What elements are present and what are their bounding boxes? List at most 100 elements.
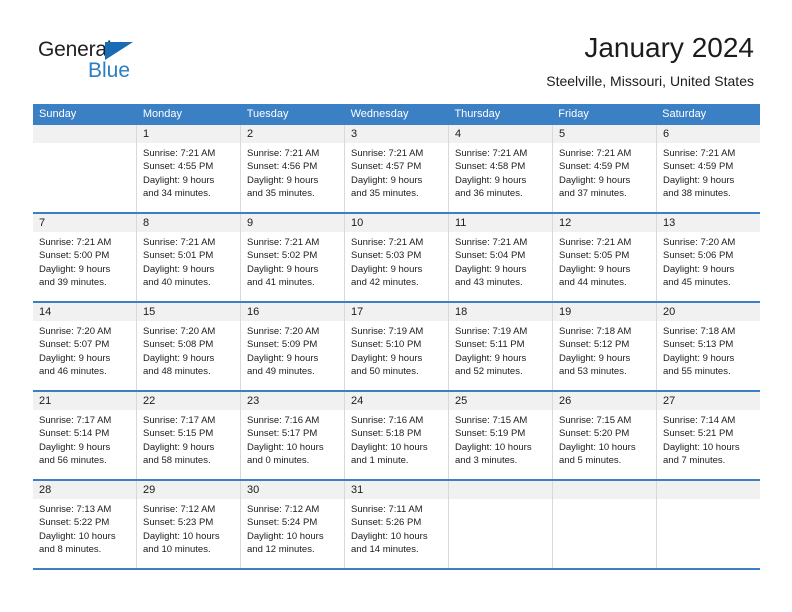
day-number: 22 [137,392,240,410]
calendar-day-cell[interactable]: 22 Sunrise: 7:17 AM Sunset: 5:15 PM Dayligh… [137,392,241,479]
day-sun-info: Sunrise: 7:21 AM Sunset: 5:04 PM Daylight:… [449,232,552,295]
calendar-day-cell[interactable]: 8 Sunrise: 7:21 AM Sunset: 5:01 PM Daylight… [137,214,241,301]
general-blue-logo[interactable]: General Blue [38,38,158,88]
calendar-day-cell[interactable]: 3 Sunrise: 7:21 AM Sunset: 4:57 PM Daylight… [345,125,449,212]
daylight-text-line2: and 0 minutes. [247,454,310,466]
daylight-text-line1: Daylight: 9 hours [663,263,735,275]
calendar-day-cell[interactable]: 19 Sunrise: 7:18 AM Sunset: 5:12 PM Dayligh… [553,303,657,390]
daylight-text-line2: and 58 minutes. [143,454,211,466]
daylight-text-line2: and 7 minutes. [663,454,726,466]
calendar-day-cell[interactable]: 29 Sunrise: 7:12 AM Sunset: 5:23 PM Dayligh… [137,481,241,568]
sunrise-text: Sunrise: 7:12 AM [247,504,320,515]
calendar-day-cell[interactable]: 25 Sunrise: 7:15 AM Sunset: 5:19 PM Dayligh… [449,392,553,479]
calendar-day-cell[interactable]: 13 Sunrise: 7:20 AM Sunset: 5:06 PM Dayligh… [657,214,760,301]
daylight-text-line1: Daylight: 9 hours [559,352,631,364]
daylight-text-line2: and 34 minutes. [143,187,211,199]
calendar-day-cell[interactable]: 31 Sunrise: 7:11 AM Sunset: 5:26 PM Dayligh… [345,481,449,568]
day-number: 30 [241,481,344,499]
calendar-day-cell[interactable]: 21 Sunrise: 7:17 AM Sunset: 5:14 PM Dayligh… [33,392,137,479]
daylight-text-line2: and 3 minutes. [455,454,518,466]
sunrise-text: Sunrise: 7:21 AM [455,237,528,248]
calendar-day-cell[interactable]: 7 Sunrise: 7:21 AM Sunset: 5:00 PM Daylight… [33,214,137,301]
calendar-day-cell[interactable]: 26 Sunrise: 7:15 AM Sunset: 5:20 PM Dayligh… [553,392,657,479]
calendar-day-cell[interactable]: 12 Sunrise: 7:21 AM Sunset: 5:05 PM Dayligh… [553,214,657,301]
day-sun-info: Sunrise: 7:21 AM Sunset: 5:03 PM Daylight:… [345,232,448,295]
weekday-header-row: Sunday Monday Tuesday Wednesday Thursday… [33,104,760,125]
day-number: 29 [137,481,240,499]
page-header: General Blue January 2024 Steelville, Mi… [0,0,792,100]
calendar-day-cell[interactable]: 4 Sunrise: 7:21 AM Sunset: 4:58 PM Daylight… [449,125,553,212]
sunrise-text: Sunrise: 7:21 AM [247,237,320,248]
calendar-page: General Blue January 2024 Steelville, Mi… [0,0,792,612]
calendar-week-row: 21 Sunrise: 7:17 AM Sunset: 5:14 PM Dayligh… [33,392,760,481]
daylight-text-line1: Daylight: 10 hours [39,530,116,542]
day-sun-info: Sunrise: 7:12 AM Sunset: 5:23 PM Daylight:… [137,499,240,562]
calendar-day-cell[interactable]: 2 Sunrise: 7:21 AM Sunset: 4:56 PM Daylight… [241,125,345,212]
daylight-text-line1: Daylight: 9 hours [143,441,215,453]
day-sun-info: Sunrise: 7:20 AM Sunset: 5:07 PM Daylight:… [33,321,136,384]
daylight-text-line1: Daylight: 10 hours [247,530,324,542]
calendar-day-cell[interactable]: 1 Sunrise: 7:21 AM Sunset: 4:55 PM Daylight… [137,125,241,212]
calendar-day-cell[interactable]: 17 Sunrise: 7:19 AM Sunset: 5:10 PM Dayligh… [345,303,449,390]
daylight-text-line1: Daylight: 10 hours [247,441,324,453]
sunrise-text: Sunrise: 7:15 AM [455,415,528,426]
daylight-text-line2: and 55 minutes. [663,365,731,377]
day-sun-info: Sunrise: 7:16 AM Sunset: 5:17 PM Daylight:… [241,410,344,473]
calendar-day-cell[interactable]: 16 Sunrise: 7:20 AM Sunset: 5:09 PM Dayligh… [241,303,345,390]
daylight-text-line2: and 52 minutes. [455,365,523,377]
calendar-day-cell[interactable]: 20 Sunrise: 7:18 AM Sunset: 5:13 PM Dayligh… [657,303,760,390]
day-sun-info: Sunrise: 7:21 AM Sunset: 4:58 PM Daylight:… [449,143,552,206]
daylight-text-line1: Daylight: 9 hours [247,263,319,275]
sunrise-text: Sunrise: 7:16 AM [351,415,424,426]
calendar-day-cell-empty [33,125,137,212]
daylight-text-line2: and 48 minutes. [143,365,211,377]
sunset-text: Sunset: 5:13 PM [663,339,734,351]
sunset-text: Sunset: 5:17 PM [247,428,318,440]
daylight-text-line2: and 35 minutes. [247,187,315,199]
day-number: 14 [33,303,136,321]
calendar-day-cell[interactable]: 27 Sunrise: 7:14 AM Sunset: 5:21 PM Dayligh… [657,392,760,479]
daylight-text-line2: and 36 minutes. [455,187,523,199]
day-sun-info: Sunrise: 7:15 AM Sunset: 5:19 PM Daylight:… [449,410,552,473]
calendar-day-cell-empty [449,481,553,568]
sunset-text: Sunset: 5:19 PM [455,428,526,440]
sunrise-text: Sunrise: 7:15 AM [559,415,632,426]
calendar-day-cell[interactable]: 11 Sunrise: 7:21 AM Sunset: 5:04 PM Dayligh… [449,214,553,301]
daylight-text-line2: and 8 minutes. [39,543,102,555]
calendar-day-cell[interactable]: 6 Sunrise: 7:21 AM Sunset: 4:59 PM Daylight… [657,125,760,212]
calendar-day-cell[interactable]: 14 Sunrise: 7:20 AM Sunset: 5:07 PM Dayligh… [33,303,137,390]
calendar-day-cell[interactable]: 18 Sunrise: 7:19 AM Sunset: 5:11 PM Dayligh… [449,303,553,390]
day-sun-info: Sunrise: 7:21 AM Sunset: 4:59 PM Daylight:… [657,143,760,206]
day-number: 12 [553,214,656,232]
calendar-day-cell[interactable]: 15 Sunrise: 7:20 AM Sunset: 5:08 PM Dayligh… [137,303,241,390]
day-number: 7 [33,214,136,232]
calendar-day-cell[interactable]: 9 Sunrise: 7:21 AM Sunset: 5:02 PM Daylight… [241,214,345,301]
calendar-day-cell-empty [553,481,657,568]
sunset-text: Sunset: 5:00 PM [39,250,110,262]
day-sun-info: Sunrise: 7:21 AM Sunset: 5:01 PM Daylight:… [137,232,240,295]
day-sun-info: Sunrise: 7:18 AM Sunset: 5:12 PM Daylight:… [553,321,656,384]
day-sun-info: Sunrise: 7:19 AM Sunset: 5:10 PM Daylight:… [345,321,448,384]
sunrise-text: Sunrise: 7:21 AM [351,237,424,248]
daylight-text-line2: and 5 minutes. [559,454,622,466]
calendar-day-cell[interactable]: 24 Sunrise: 7:16 AM Sunset: 5:18 PM Dayligh… [345,392,449,479]
day-sun-info: Sunrise: 7:18 AM Sunset: 5:13 PM Daylight:… [657,321,760,384]
calendar-day-cell[interactable]: 28 Sunrise: 7:13 AM Sunset: 5:22 PM Dayligh… [33,481,137,568]
day-number: 28 [33,481,136,499]
sunset-text: Sunset: 5:15 PM [143,428,214,440]
sunrise-text: Sunrise: 7:12 AM [143,504,216,515]
calendar-day-cell[interactable]: 10 Sunrise: 7:21 AM Sunset: 5:03 PM Dayligh… [345,214,449,301]
daylight-text-line2: and 45 minutes. [663,276,731,288]
calendar-week-row: 14 Sunrise: 7:20 AM Sunset: 5:07 PM Dayligh… [33,303,760,392]
daylight-text-line2: and 1 minute. [351,454,409,466]
sunrise-text: Sunrise: 7:20 AM [39,326,112,337]
daylight-text-line1: Daylight: 9 hours [39,352,111,364]
sunrise-text: Sunrise: 7:20 AM [143,326,216,337]
day-sun-info: Sunrise: 7:21 AM Sunset: 5:05 PM Daylight:… [553,232,656,295]
sunrise-text: Sunrise: 7:21 AM [247,148,320,159]
day-number [449,481,552,499]
calendar-day-cell[interactable]: 30 Sunrise: 7:12 AM Sunset: 5:24 PM Dayligh… [241,481,345,568]
calendar-day-cell[interactable]: 23 Sunrise: 7:16 AM Sunset: 5:17 PM Dayligh… [241,392,345,479]
daylight-text-line2: and 49 minutes. [247,365,315,377]
calendar-day-cell[interactable]: 5 Sunrise: 7:21 AM Sunset: 4:59 PM Daylight… [553,125,657,212]
